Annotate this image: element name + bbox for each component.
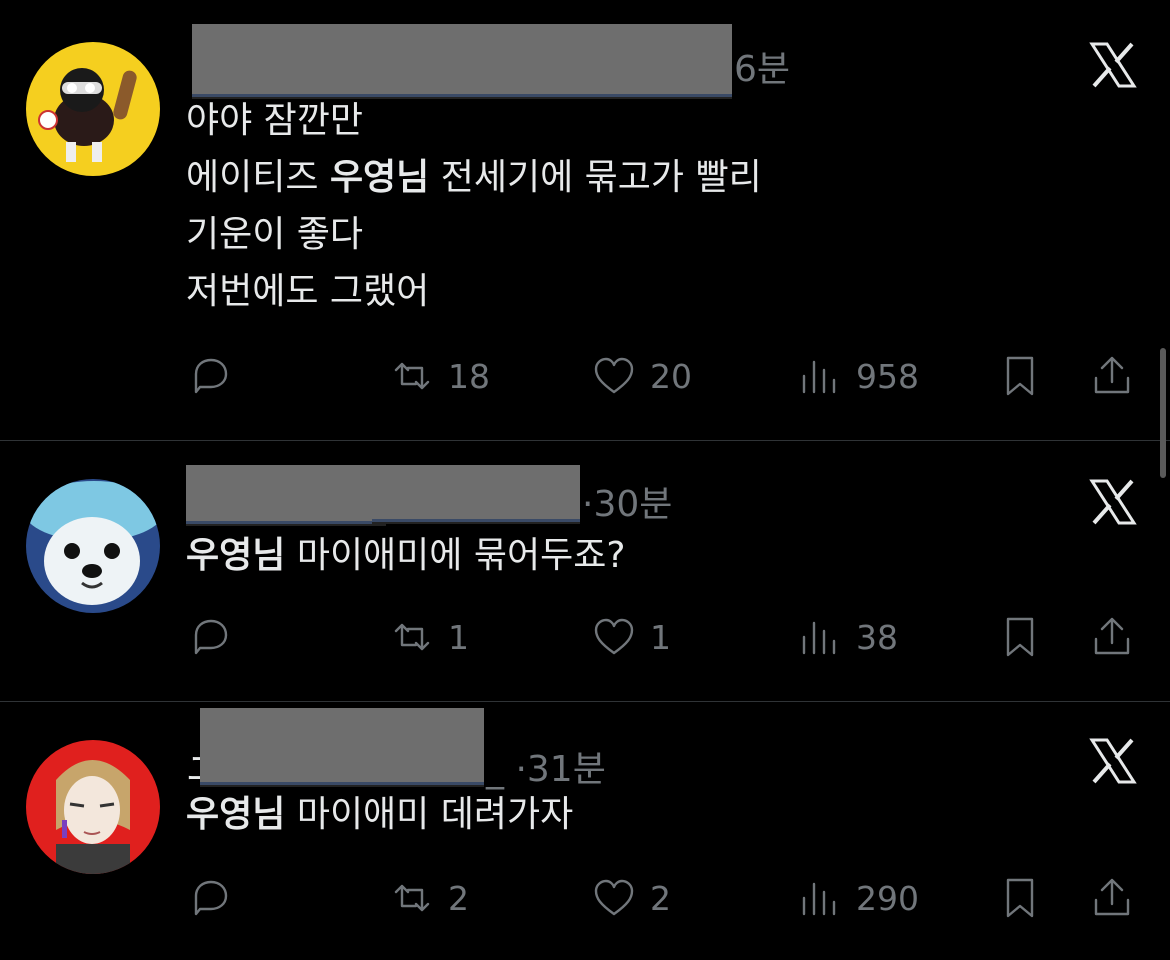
avatar[interactable] bbox=[26, 42, 160, 176]
reply-icon bbox=[194, 358, 228, 394]
bookmark-icon bbox=[1006, 617, 1034, 657]
share-icon bbox=[1094, 356, 1130, 394]
tweet-line: 저번에도 그랬어 bbox=[186, 271, 430, 312]
redacted-username bbox=[200, 708, 484, 785]
reply-icon bbox=[194, 880, 228, 916]
retweet-icon bbox=[394, 623, 430, 651]
avatar[interactable] bbox=[26, 479, 160, 613]
share-icon bbox=[1094, 878, 1130, 916]
views-button[interactable]: 958 bbox=[796, 346, 919, 406]
tweet-1[interactable]: 6분 야야 잠깐만 에이티즈 우영님 전세기에 묶고가 빨리 기운이 좋다 저번… bbox=[0, 0, 1170, 440]
like-count: 2 bbox=[650, 878, 671, 918]
tweet-timestamp[interactable]: _ ·31분 bbox=[486, 740, 606, 792]
retweet-count: 18 bbox=[448, 356, 490, 396]
avatar[interactable] bbox=[26, 740, 160, 874]
tweet-timestamp[interactable]: ·30분 bbox=[582, 475, 672, 527]
retweet-button[interactable]: 2 bbox=[388, 868, 469, 928]
retweet-count: 1 bbox=[448, 617, 469, 657]
retweet-button[interactable]: 1 bbox=[388, 607, 469, 667]
tweet-header: ユ _ ·31분 bbox=[186, 708, 886, 790]
tweet-line: 기운이 좋다 bbox=[186, 214, 364, 255]
tweet-line: 우영님 마이애미에 묶어두죠? bbox=[186, 535, 626, 576]
x-logo-icon[interactable] bbox=[1088, 40, 1138, 90]
bookmark-button[interactable] bbox=[996, 607, 1044, 667]
like-button[interactable]: 2 bbox=[590, 868, 671, 928]
bookmark-icon bbox=[1006, 878, 1034, 918]
scrollbar[interactable] bbox=[1160, 348, 1166, 478]
share-button[interactable] bbox=[1088, 868, 1136, 928]
views-button[interactable]: 290 bbox=[796, 868, 919, 928]
action-bar: 1 1 38 bbox=[0, 607, 1170, 667]
reply-button[interactable] bbox=[186, 868, 234, 928]
like-button[interactable]: 20 bbox=[590, 346, 692, 406]
views-count: 958 bbox=[856, 356, 919, 396]
redacted-handle bbox=[450, 24, 732, 97]
tweet-line: 우영님 마이애미 데려가자 bbox=[186, 794, 574, 835]
heart-icon bbox=[594, 357, 634, 394]
retweet-count: 2 bbox=[448, 878, 469, 918]
heart-icon bbox=[594, 879, 634, 916]
tweet-text: 야야 잠깐만 에이티즈 우영님 전세기에 묶고가 빨리 기운이 좋다 저번에도 … bbox=[186, 92, 762, 320]
retweet-button[interactable]: 18 bbox=[388, 346, 490, 406]
share-button[interactable] bbox=[1088, 346, 1136, 406]
tweet-text: 우영님 마이애미 데려가자 bbox=[186, 786, 573, 843]
tweet-2[interactable]: ·30분 우영님 마이애미에 묶어두죠? 1 1 38 bbox=[0, 441, 1170, 701]
reply-icon bbox=[194, 619, 228, 655]
mention-name: 우영님 bbox=[329, 157, 430, 198]
heart-icon bbox=[594, 618, 634, 655]
tweet-line: 야야 잠깐만 bbox=[186, 100, 364, 141]
like-count: 20 bbox=[650, 356, 692, 396]
mention-name: 우영님 bbox=[186, 794, 286, 835]
tweet-text: 우영님 마이애미에 묶어두죠? bbox=[186, 527, 625, 584]
tweet-3[interactable]: ユ _ ·31분 우영님 마이애미 데려가자 2 2 290 bbox=[0, 702, 1170, 960]
tweet-line: 에이티즈 우영님 전세기에 묶고가 빨리 bbox=[186, 157, 762, 198]
views-icon bbox=[802, 621, 836, 655]
action-bar: 18 20 958 bbox=[0, 346, 1170, 406]
redacted-handle bbox=[372, 465, 580, 522]
like-count: 1 bbox=[650, 617, 671, 657]
bookmark-icon bbox=[1006, 356, 1034, 396]
views-button[interactable]: 38 bbox=[796, 607, 898, 667]
views-icon bbox=[802, 360, 836, 394]
share-button[interactable] bbox=[1088, 607, 1136, 667]
retweet-icon bbox=[394, 884, 430, 912]
share-icon bbox=[1094, 617, 1130, 655]
x-logo-icon[interactable] bbox=[1088, 477, 1138, 527]
redacted-username bbox=[192, 24, 452, 97]
bookmark-button[interactable] bbox=[996, 346, 1044, 406]
views-count: 38 bbox=[856, 617, 898, 657]
like-button[interactable]: 1 bbox=[590, 607, 671, 667]
redacted-username bbox=[186, 465, 386, 524]
action-bar: 2 2 290 bbox=[0, 868, 1170, 928]
tweet-timestamp[interactable]: 6분 bbox=[734, 40, 790, 92]
x-logo-icon[interactable] bbox=[1088, 736, 1138, 786]
views-count: 290 bbox=[856, 878, 919, 918]
retweet-icon bbox=[394, 362, 430, 390]
mention-name: 우영님 bbox=[186, 535, 286, 576]
tweet-header: 6분 bbox=[186, 24, 886, 97]
reply-button[interactable] bbox=[186, 346, 234, 406]
bookmark-button[interactable] bbox=[996, 868, 1044, 928]
reply-button[interactable] bbox=[186, 607, 234, 667]
views-icon bbox=[802, 882, 836, 916]
